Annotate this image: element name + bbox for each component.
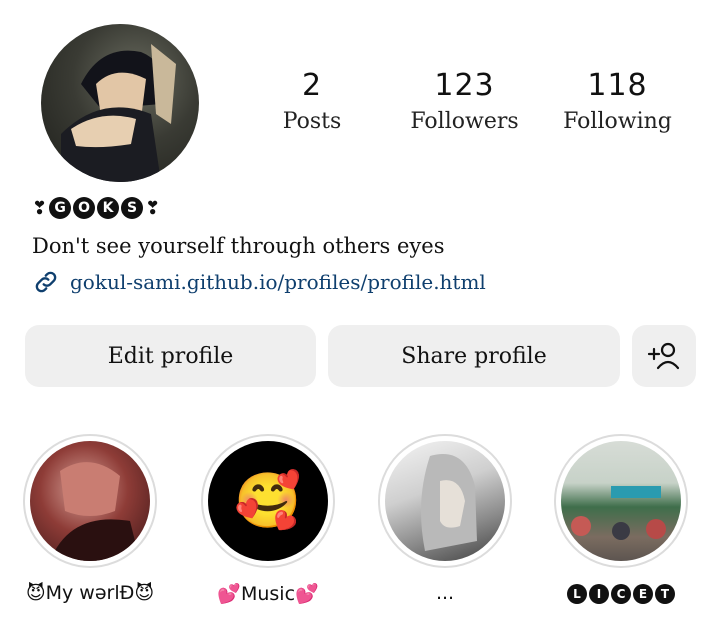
name-letter: O — [73, 197, 96, 219]
highlight-item[interactable]: L I C E T — [553, 434, 689, 604]
profile-link-text[interactable]: gokul-sami.github.io/profiles/profile.ht… — [70, 270, 486, 294]
following-stat[interactable]: 118 Following — [555, 68, 680, 134]
highlight-label: ... — [435, 582, 455, 604]
profile-name: ❣ G O K S ❣ — [32, 197, 160, 219]
posts-count: 2 — [301, 68, 323, 103]
highlight-label: 💕Music💕 — [217, 583, 319, 605]
following-label: Following — [563, 109, 672, 134]
highlight-label-letter: L — [567, 583, 587, 604]
add-user-button[interactable] — [632, 325, 696, 387]
highlight-cover — [561, 441, 681, 561]
link-icon — [35, 271, 57, 293]
highlight-label-letter: T — [655, 583, 675, 604]
highlight-label: L I C E T — [553, 582, 689, 604]
share-profile-button[interactable]: Share profile — [328, 325, 620, 387]
add-user-icon — [647, 342, 680, 370]
highlight-label: 😈My wərlÐ😈 — [25, 582, 155, 604]
highlight-cover: 🥰 — [208, 441, 328, 561]
highlight-item[interactable]: 😈My wərlÐ😈 — [22, 434, 158, 604]
highlight-ring — [378, 434, 512, 568]
highlight-ring — [23, 434, 157, 568]
avatar-illustration — [61, 44, 176, 182]
highlight-item[interactable]: 🥰 💕Music💕 — [200, 434, 336, 605]
profile-avatar[interactable] — [41, 24, 199, 182]
heart-decoration-right: ❣ — [145, 197, 161, 219]
highlight-cover — [30, 441, 150, 561]
profile-link[interactable]: gokul-sami.github.io/profiles/profile.ht… — [32, 268, 486, 296]
highlight-label-letter: I — [589, 583, 609, 604]
followers-stat[interactable]: 123 Followers — [402, 68, 527, 134]
edit-profile-button[interactable]: Edit profile — [25, 325, 316, 387]
highlight-item[interactable]: ... — [377, 434, 513, 604]
highlight-ring: 🥰 — [201, 434, 335, 568]
name-letter: S — [121, 197, 144, 219]
highlight-label-letter: C — [611, 583, 631, 604]
followers-count: 123 — [434, 68, 495, 103]
following-count: 118 — [587, 68, 648, 103]
name-letter: G — [49, 197, 72, 219]
posts-stat[interactable]: 2 Posts — [262, 68, 362, 134]
followers-label: Followers — [410, 109, 519, 134]
highlight-cover — [385, 441, 505, 561]
highlight-label-letter: E — [633, 583, 653, 604]
emoji-cover-icon: 🥰 — [234, 469, 302, 532]
profile-bio: Don't see yourself through others eyes — [32, 234, 445, 258]
highlight-ring — [554, 434, 688, 568]
name-letter: K — [97, 197, 120, 219]
heart-decoration-left: ❣ — [32, 197, 48, 219]
posts-label: Posts — [282, 109, 342, 134]
